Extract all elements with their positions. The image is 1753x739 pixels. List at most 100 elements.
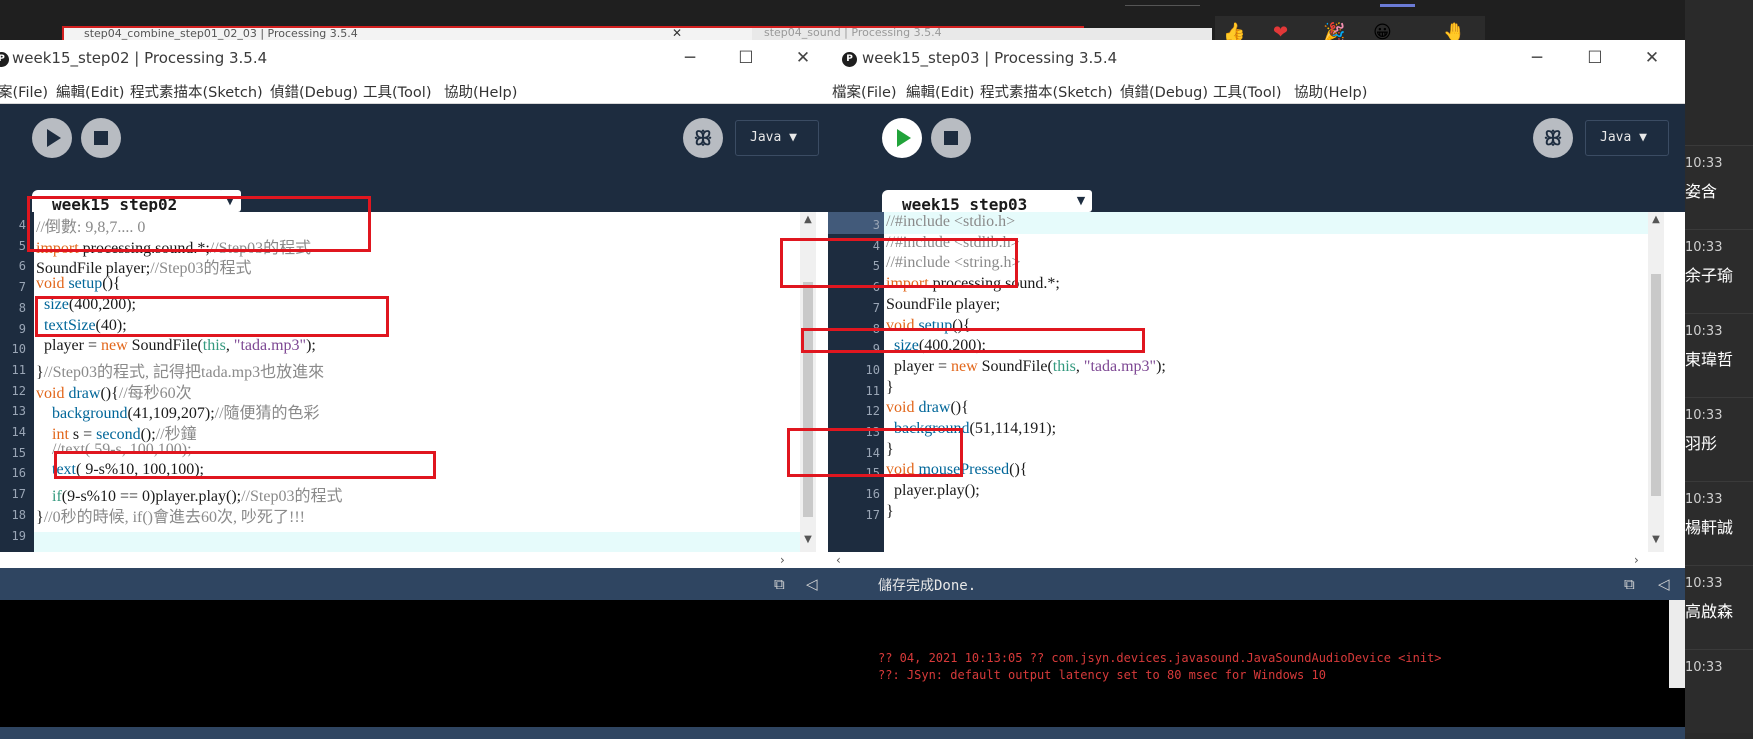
code-line[interactable]: player = new SoundFile(this, "tada.mp3")… bbox=[886, 358, 1166, 381]
line-number: 9 bbox=[18, 321, 26, 336]
line-number: 14 bbox=[11, 425, 26, 439]
minimize-icon[interactable]: ─ bbox=[1525, 46, 1549, 70]
line-number: 8 bbox=[18, 300, 26, 315]
scroll-thumb[interactable] bbox=[1651, 274, 1661, 496]
close-icon[interactable]: ✕ bbox=[1640, 46, 1664, 70]
menu-help[interactable]: 協助(Help) bbox=[444, 81, 517, 102]
code-editor[interactable]: //倒數: 9,8,7.... 0 import processing.sound… bbox=[0, 212, 828, 570]
menu-tool[interactable]: 工具(Tool) bbox=[363, 81, 431, 102]
window-title: week15_step02 | Processing 3.5.4 bbox=[12, 49, 268, 67]
debugger-button[interactable]: ꕥ bbox=[1533, 118, 1573, 158]
code-line[interactable]: player.play(); bbox=[886, 482, 980, 505]
line-number: 12 bbox=[865, 404, 880, 419]
highlight-box bbox=[787, 428, 963, 477]
toolbar: ꕥ Java ▼ bbox=[0, 104, 828, 180]
chat-time: 10:33 bbox=[1685, 156, 1723, 171]
console-scrollbar[interactable] bbox=[1669, 600, 1685, 688]
line-number: 10 bbox=[865, 362, 880, 377]
run-button[interactable] bbox=[882, 118, 922, 158]
mode-selector[interactable]: Java ▼ bbox=[735, 120, 819, 156]
chat-message[interactable]: 10:33 楊軒誠 bbox=[1685, 481, 1753, 565]
close-icon[interactable]: ✕ bbox=[791, 46, 815, 70]
chat-message[interactable]: 10:33 姿含 bbox=[1685, 145, 1753, 229]
chat-name: 楊軒誠 bbox=[1685, 518, 1734, 537]
tab-menu-button[interactable]: ▼ bbox=[1070, 190, 1092, 212]
vertical-scrollbar[interactable]: ▲ ▼ bbox=[1648, 212, 1664, 552]
chat-time: 10:33 bbox=[1685, 660, 1723, 675]
menu-file[interactable]: 檔案(File) bbox=[832, 81, 897, 102]
chat-time: 10:33 bbox=[1685, 408, 1723, 423]
chat-time: 10:33 bbox=[1685, 240, 1723, 255]
play-icon bbox=[897, 129, 911, 147]
code-line[interactable]: }//Step03的程式, 記得把tada.mp3也放進來 bbox=[36, 358, 324, 381]
chat-message[interactable]: 10:33 東瑋哲 bbox=[1685, 313, 1753, 397]
code-token: , bbox=[225, 337, 234, 355]
console-output[interactable]: ?? 04, 2021 10:13:05 ?? com.jsyn.devices… bbox=[828, 600, 1685, 739]
code-line[interactable]: background(41,109,207);//隨便猜的色彩 bbox=[36, 399, 320, 422]
line-number: 15 bbox=[11, 445, 26, 460]
code-token: "tada.mp3" bbox=[233, 337, 307, 355]
maximize-icon[interactable]: ☐ bbox=[1583, 46, 1607, 70]
code-token: //#include <stdio.h> bbox=[886, 213, 1016, 230]
menu-sketch[interactable]: 程式素描本(Sketch) bbox=[130, 81, 263, 102]
collapse-console-icon[interactable]: ◁ bbox=[806, 575, 818, 593]
console-line: ?? 04, 2021 10:13:05 ?? com.jsyn.devices… bbox=[878, 651, 1442, 665]
mode-selector[interactable]: Java ▼ bbox=[1585, 120, 1669, 156]
current-line-highlight bbox=[34, 532, 800, 552]
menu-edit[interactable]: 編輯(Edit) bbox=[56, 81, 124, 102]
menu-file[interactable]: 案(File) bbox=[0, 81, 48, 102]
code-line[interactable]: } bbox=[886, 379, 894, 402]
scroll-up-icon[interactable]: ▲ bbox=[800, 214, 816, 225]
code-line[interactable]: if(9-s%10 == 0)player.play();//Step03的程式 bbox=[36, 482, 342, 505]
code-area[interactable]: //倒數: 9,8,7.... 0 import processing.sound… bbox=[34, 212, 800, 552]
chat-message[interactable]: 10:33 余子瑜 bbox=[1685, 229, 1753, 313]
menu-debug[interactable]: 偵錯(Debug) bbox=[270, 81, 358, 102]
code-line[interactable]: } bbox=[886, 503, 894, 526]
console-output[interactable] bbox=[0, 600, 828, 739]
scroll-down-icon[interactable]: ▼ bbox=[1648, 534, 1664, 545]
code-line[interactable]: void draw(){ bbox=[886, 399, 969, 422]
copy-icon[interactable]: ⧉ bbox=[774, 575, 785, 593]
menu-sketch[interactable]: 程式素描本(Sketch) bbox=[980, 81, 1113, 102]
code-line[interactable]: int s = second();//秒鐘 bbox=[36, 420, 197, 443]
stop-button[interactable] bbox=[81, 118, 121, 158]
run-button[interactable] bbox=[32, 118, 72, 158]
scroll-up-icon[interactable]: ▲ bbox=[1648, 214, 1664, 225]
maximize-icon[interactable]: ☐ bbox=[734, 46, 758, 70]
scroll-left-icon[interactable]: ‹ bbox=[836, 553, 841, 567]
copy-icon[interactable]: ⧉ bbox=[1624, 575, 1635, 593]
chat-time: 10:33 bbox=[1685, 576, 1723, 591]
menu-edit[interactable]: 編輯(Edit) bbox=[906, 81, 974, 102]
code-line[interactable]: SoundFile player;//Step03的程式 bbox=[36, 254, 252, 277]
scroll-down-icon[interactable]: ▼ bbox=[800, 534, 816, 545]
collapse-console-icon[interactable]: ◁ bbox=[1658, 575, 1670, 593]
scroll-right-icon[interactable]: › bbox=[1634, 553, 1639, 567]
chat-message[interactable]: 10:33 羽彤 bbox=[1685, 397, 1753, 481]
code-token: } bbox=[886, 378, 894, 396]
chat-message[interactable]: 10:33 bbox=[1685, 649, 1753, 733]
code-line[interactable]: //#include <stdio.h> bbox=[886, 213, 1015, 236]
code-line[interactable]: void setup(){ bbox=[36, 275, 121, 298]
menu-tool[interactable]: 工具(Tool) bbox=[1213, 81, 1281, 102]
minimize-icon[interactable]: ─ bbox=[678, 46, 702, 70]
window-titlebar[interactable]: P week15_step02 | Processing 3.5.4 ─ ☐ ✕ bbox=[0, 40, 828, 78]
window-titlebar[interactable]: P week15_step03 | Processing 3.5.4 ─ ☐ ✕ bbox=[828, 40, 1685, 78]
code-line[interactable]: }//0秒的時候, if()會進去60次, 吵死了!!! bbox=[36, 503, 305, 526]
menu-bar: 檔案(File) 編輯(Edit) 程式素描本(Sketch) 偵錯(Debug… bbox=[828, 78, 1685, 104]
close-icon[interactable]: ✕ bbox=[672, 26, 682, 40]
chat-panel: 10:33 姿含 10:33 余子瑜 10:33 東瑋哲 10:33 羽彤 10… bbox=[1685, 0, 1753, 739]
code-line[interactable]: SoundFile player; bbox=[886, 296, 1000, 319]
chat-message[interactable]: 10:33 高啟森 bbox=[1685, 565, 1753, 649]
console-tabs-bar bbox=[0, 727, 828, 739]
scroll-right-icon[interactable]: › bbox=[780, 553, 785, 567]
code-line[interactable]: player = new SoundFile(this, "tada.mp3")… bbox=[36, 337, 316, 360]
debugger-button[interactable]: ꕥ bbox=[683, 118, 723, 158]
chat-time: 10:33 bbox=[1685, 324, 1723, 339]
scroll-thumb[interactable] bbox=[803, 282, 813, 517]
menu-debug[interactable]: 偵錯(Debug) bbox=[1120, 81, 1208, 102]
code-token: void bbox=[36, 275, 65, 293]
stop-button[interactable] bbox=[931, 118, 971, 158]
menu-help[interactable]: 協助(Help) bbox=[1294, 81, 1367, 102]
code-line[interactable]: void draw(){//每秒60次 bbox=[36, 379, 192, 402]
background-window-tab-2[interactable]: step04_sound | Processing 3.5.4 bbox=[752, 26, 1212, 40]
